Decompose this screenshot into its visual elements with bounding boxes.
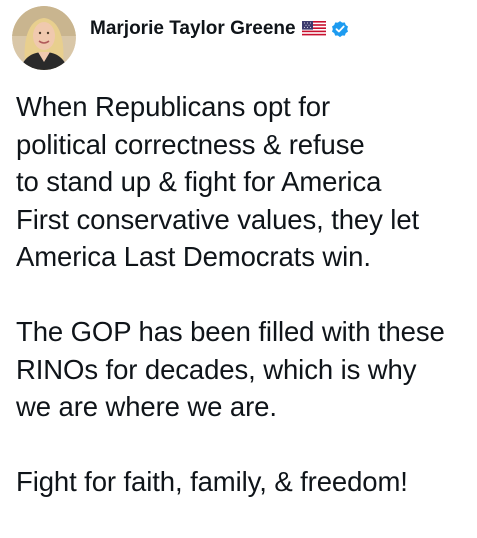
tweet-line: America Last Democrats win. — [16, 241, 371, 272]
tweet-paragraph: Fight for faith, family, & freedom! — [16, 463, 471, 501]
tweet-line: The GOP has been filled with these — [16, 316, 445, 347]
tweet-text: When Republicans opt for political corre… — [16, 88, 471, 538]
tweet-paragraph: When Republicans opt for political corre… — [16, 88, 471, 276]
tweet-header: Marjorie Taylor Greene — [12, 6, 350, 72]
avatar-image — [12, 6, 76, 70]
tweet-line: Fight for faith, family, & freedom! — [16, 466, 408, 497]
author-name-row: Marjorie Taylor Greene — [90, 16, 350, 42]
avatar[interactable] — [12, 6, 76, 70]
tweet-line: First conservative values, they let — [16, 203, 420, 235]
tweet-line: to stand up & fight for America — [16, 166, 382, 197]
tweet-paragraph: The GOP has been filled with these RINOs… — [16, 313, 471, 426]
us-flag-icon — [301, 21, 326, 37]
author-display-name[interactable]: Marjorie Taylor Greene — [90, 18, 296, 40]
tweet-line: When Republicans opt for — [16, 91, 331, 122]
tweet-line: political correctness & refuse — [16, 128, 365, 160]
tweet-line: we are where we are. — [16, 391, 277, 422]
tweet-line: RINOs for decades, which is why — [16, 353, 417, 385]
verified-badge-icon — [330, 19, 350, 39]
